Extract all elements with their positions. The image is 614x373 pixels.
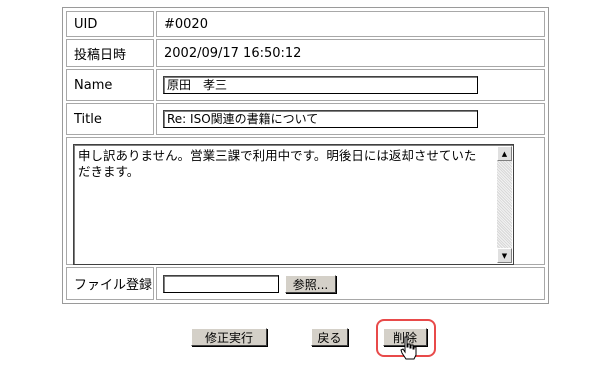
hand-pointer-icon [400, 336, 417, 360]
name-label-text: Name [74, 77, 113, 93]
file-label-text: ファイル登録 [74, 278, 153, 293]
name-input[interactable]: 原田 孝三 [163, 76, 478, 94]
scroll-down-arrow-icon[interactable]: ▼ [497, 248, 512, 263]
back-label: 戻る [317, 330, 342, 345]
body-textarea[interactable]: 申し訳ありません。営業三課で利用中です。明後日には返却させていた だきます。 ▲… [73, 144, 514, 265]
date-label: 投稿日時 [66, 39, 154, 67]
file-label: ファイル登録 [66, 267, 154, 300]
title-label: Title [66, 103, 154, 135]
browse-button-label: 参照... [292, 277, 329, 292]
uid-value: #0020 [156, 11, 545, 37]
uid-value-text: #0020 [164, 16, 208, 32]
date-value: 2002/09/17 16:50:12 [156, 39, 545, 67]
title-cell: Re: ISO関連の書籍について [156, 103, 545, 135]
file-path-input[interactable] [163, 275, 279, 293]
submit-edit-label: 修正実行 [204, 330, 253, 345]
vertical-scrollbar[interactable]: ▲ ▼ [497, 146, 512, 263]
browse-button[interactable]: 参照... [285, 275, 336, 293]
date-value-text: 2002/09/17 16:50:12 [164, 45, 302, 61]
title-input[interactable]: Re: ISO関連の書籍について [163, 110, 478, 128]
body-text: 申し訳ありません。営業三課で利用中です。明後日には返却させていた だきます。 [78, 148, 477, 179]
post-edit-form: UID #0020 投稿日時 2002/09/17 16:50:12 Name … [62, 7, 549, 304]
title-label-text: Title [74, 111, 102, 127]
date-label-text: 投稿日時 [74, 47, 127, 63]
name-cell: 原田 孝三 [156, 69, 545, 101]
submit-edit-button[interactable]: 修正実行 [191, 328, 267, 346]
file-cell: 参照... [156, 267, 545, 300]
scroll-up-arrow-icon[interactable]: ▲ [497, 146, 512, 161]
body-cell: 申し訳ありません。営業三課で利用中です。明後日には返却させていた だきます。 ▲… [66, 137, 545, 265]
uid-label: UID [66, 11, 154, 37]
name-label: Name [66, 69, 154, 101]
back-button[interactable]: 戻る [311, 328, 348, 346]
uid-label-text: UID [74, 16, 98, 32]
